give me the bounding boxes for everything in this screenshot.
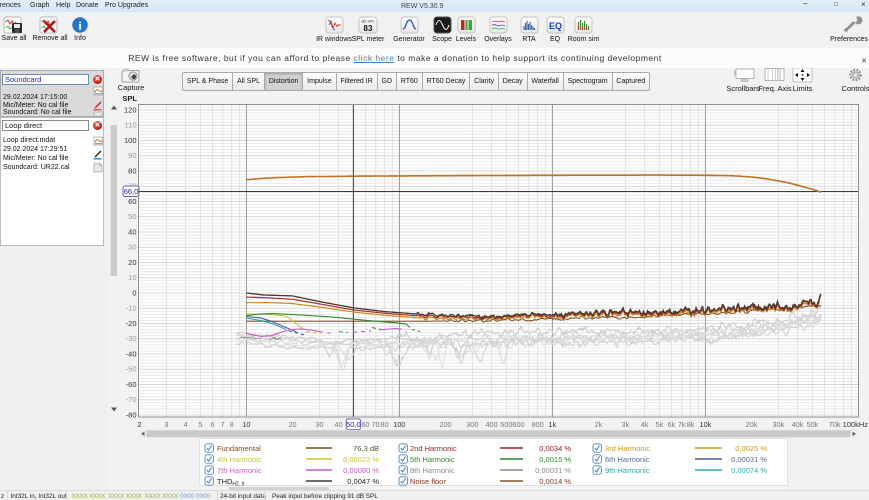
svg-text:-80: -80 xyxy=(126,410,137,419)
svg-text:-20: -20 xyxy=(126,319,137,328)
svg-text:4k: 4k xyxy=(641,420,649,429)
svg-text:20: 20 xyxy=(288,420,296,429)
svg-text:6: 6 xyxy=(210,420,214,429)
svg-text:6th Harmonic: 6th Harmonic xyxy=(605,455,650,464)
svg-text:0,0025 %: 0,0025 % xyxy=(735,444,767,453)
svg-text:30: 30 xyxy=(315,420,323,429)
svg-text:-10: -10 xyxy=(126,304,137,313)
svg-text:0,0034 %: 0,0034 % xyxy=(539,444,571,453)
svg-text:600: 600 xyxy=(512,420,524,429)
svg-text:-50: -50 xyxy=(126,365,137,374)
svg-text:0,00031 %: 0,00031 % xyxy=(731,455,767,464)
svg-text:-60: -60 xyxy=(126,380,137,389)
svg-text:50,0: 50,0 xyxy=(346,420,361,429)
svg-text:66,0: 66,0 xyxy=(124,187,139,196)
svg-text:5th Harmonic: 5th Harmonic xyxy=(410,455,455,464)
svg-text:30k: 30k xyxy=(773,420,785,429)
svg-text:3k: 3k xyxy=(622,420,630,429)
svg-text:10: 10 xyxy=(242,420,250,429)
svg-text:-70: -70 xyxy=(126,395,137,404)
svg-text:300: 300 xyxy=(466,420,478,429)
svg-text:80: 80 xyxy=(381,420,389,429)
svg-text:76,3 dB: 76,3 dB xyxy=(353,444,379,453)
svg-text:30: 30 xyxy=(128,243,136,252)
svg-text:0,00074 %: 0,00074 % xyxy=(731,466,767,475)
svg-text:70k: 70k xyxy=(829,420,841,429)
svg-text:80: 80 xyxy=(128,166,136,175)
svg-text:70: 70 xyxy=(372,420,380,429)
svg-text:-30: -30 xyxy=(126,334,137,343)
svg-text:10: 10 xyxy=(128,273,136,282)
svg-text:10k: 10k xyxy=(700,420,712,429)
svg-text:9th Harmonic: 9th Harmonic xyxy=(605,466,650,475)
svg-text:2: 2 xyxy=(137,420,141,429)
svg-text:110: 110 xyxy=(125,121,137,130)
svg-text:100: 100 xyxy=(393,420,405,429)
svg-text:20k: 20k xyxy=(746,420,758,429)
svg-text:800: 800 xyxy=(532,420,544,429)
svg-text:40: 40 xyxy=(128,227,136,236)
svg-text:Fundamental: Fundamental xyxy=(217,444,261,453)
svg-text:120: 120 xyxy=(124,105,137,114)
svg-text:4th Harmonic: 4th Harmonic xyxy=(217,455,262,464)
svg-text:2k: 2k xyxy=(595,420,603,429)
svg-text:40: 40 xyxy=(335,420,343,429)
svg-text:0: 0 xyxy=(132,288,136,297)
svg-text:0,00031 %: 0,00031 % xyxy=(535,466,571,475)
svg-text:100: 100 xyxy=(124,136,137,145)
svg-text:8: 8 xyxy=(230,420,234,429)
svg-text:100kHz: 100kHz xyxy=(843,420,869,429)
svg-text:4: 4 xyxy=(184,420,188,429)
svg-text:50: 50 xyxy=(128,212,136,221)
svg-text:20: 20 xyxy=(128,258,136,267)
svg-text:7k: 7k xyxy=(678,420,686,429)
svg-text:0,0014 %: 0,0014 % xyxy=(539,477,571,486)
svg-text:50k: 50k xyxy=(807,420,819,429)
svg-text:60: 60 xyxy=(361,420,369,429)
svg-text:40k: 40k xyxy=(792,420,804,429)
svg-text:0,0015 %: 0,0015 % xyxy=(539,455,571,464)
svg-text:400: 400 xyxy=(486,420,498,429)
svg-text:8th Harmonic: 8th Harmonic xyxy=(410,466,455,475)
svg-text:0,00022 %: 0,00022 % xyxy=(343,455,379,464)
svg-text:-40: -40 xyxy=(126,349,137,358)
svg-text:0,0047 %: 0,0047 % xyxy=(347,477,379,486)
svg-text:Noise floor: Noise floor xyxy=(410,477,446,486)
svg-text:7th Harmonic: 7th Harmonic xyxy=(217,466,262,475)
svg-text:3: 3 xyxy=(164,420,168,429)
svg-text:SPL: SPL xyxy=(122,94,137,103)
svg-text:90: 90 xyxy=(128,151,136,160)
svg-text:500: 500 xyxy=(500,420,512,429)
svg-text:5: 5 xyxy=(198,420,202,429)
svg-text:5k: 5k xyxy=(656,420,664,429)
svg-text:8k: 8k xyxy=(687,420,695,429)
svg-text:1k: 1k xyxy=(549,420,557,429)
svg-text:6k: 6k xyxy=(668,420,676,429)
svg-text:60: 60 xyxy=(128,197,136,206)
svg-text:3rd Harmonic: 3rd Harmonic xyxy=(605,444,650,453)
svg-text:2nd Harmonic: 2nd Harmonic xyxy=(410,444,457,453)
svg-text:7: 7 xyxy=(221,420,225,429)
svg-text:200: 200 xyxy=(439,420,451,429)
svg-text:0,00080 %: 0,00080 % xyxy=(343,466,379,475)
